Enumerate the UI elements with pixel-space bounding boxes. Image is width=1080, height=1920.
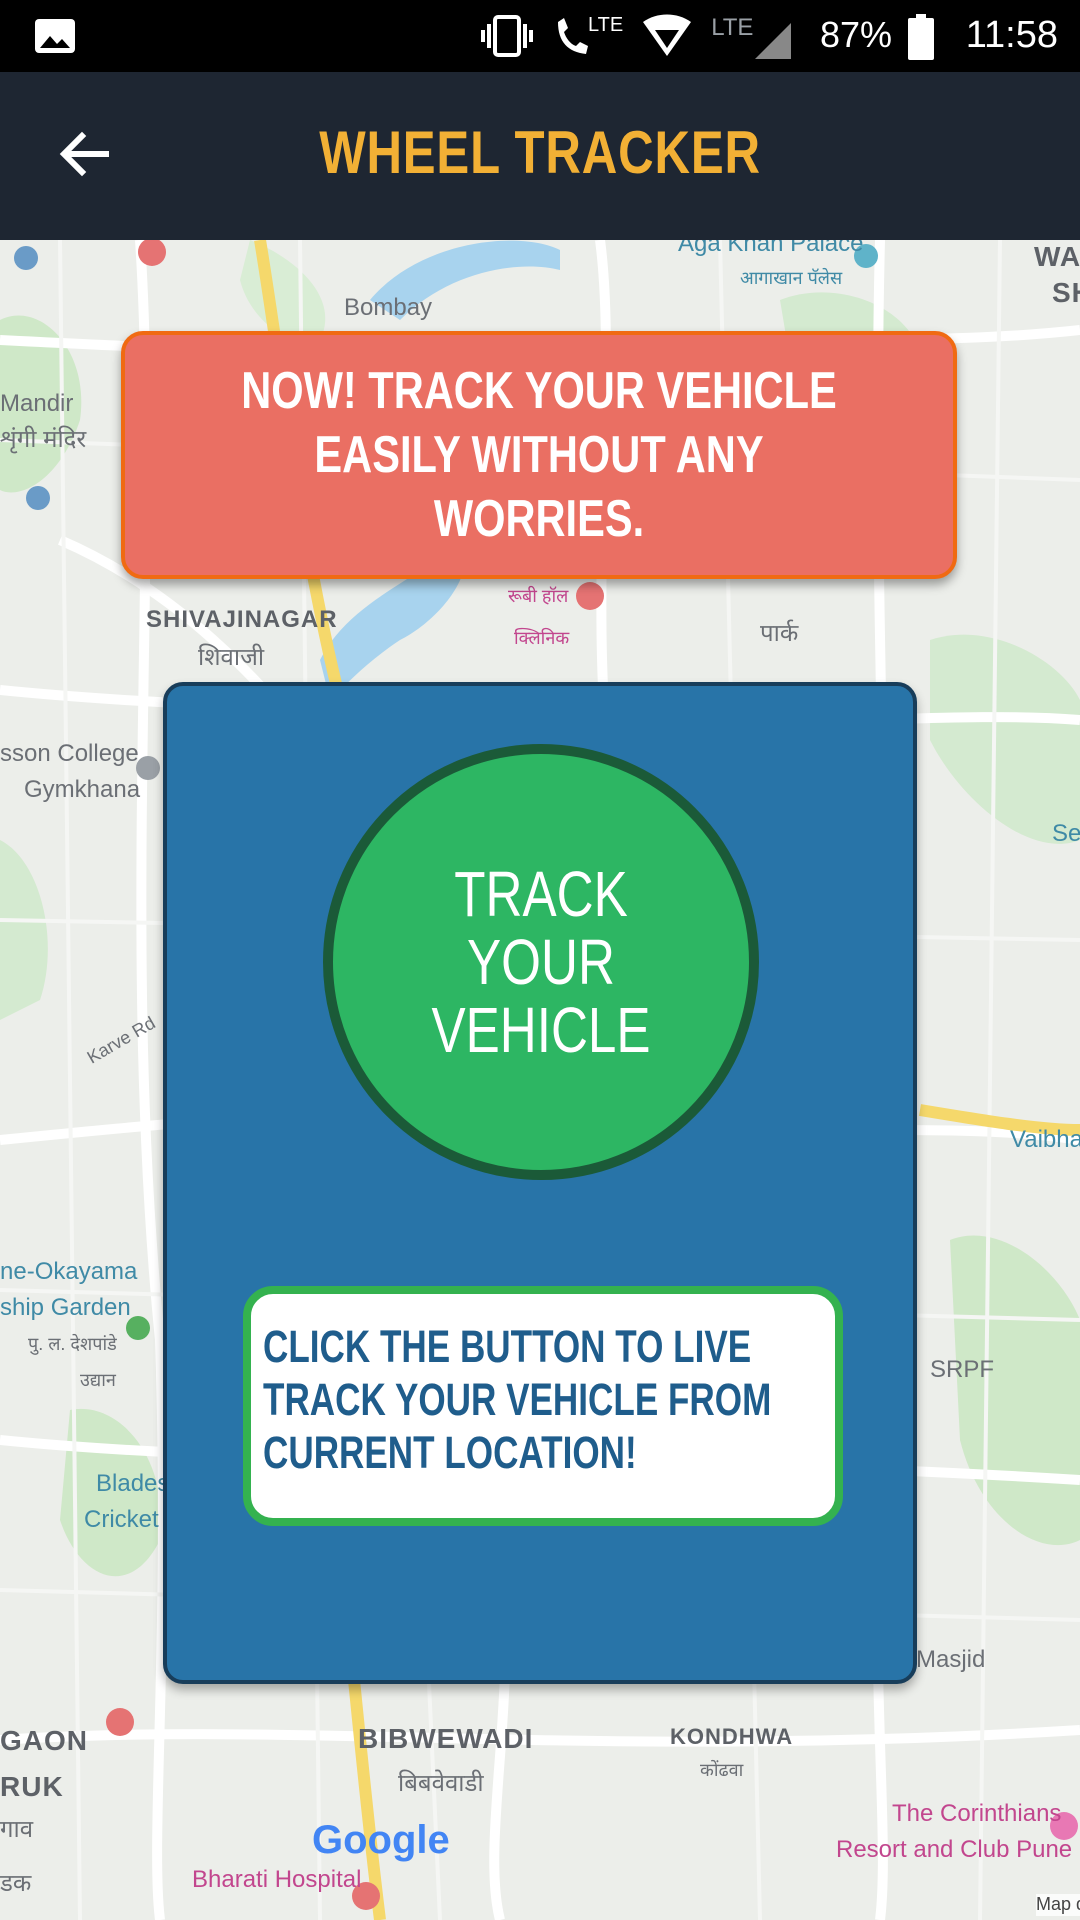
track-vehicle-button[interactable]: TRACK YOUR VEHICLE (323, 744, 759, 1180)
promo-banner: NOW! TRACK YOUR VEHICLE EASILY WITHOUT A… (121, 331, 957, 579)
map-label: RUK (0, 1771, 64, 1802)
map-label: क्लिनिक (514, 628, 570, 648)
page-title: WHEEL TRACKER (319, 119, 761, 186)
map-label: ship Garden (0, 1294, 131, 1321)
lte-signal-label: LTE (711, 14, 754, 41)
map-label: बिबवेवाडी (398, 1770, 484, 1797)
map-label: Blades (96, 1470, 170, 1497)
map-label: Bharati Hospital (192, 1866, 362, 1893)
lte-call-label: LTE (588, 13, 624, 36)
map-label: Mandir (0, 390, 74, 417)
map-label: Vaibha (1010, 1126, 1080, 1153)
track-panel: TRACK YOUR VEHICLE CLICK THE BUTTON TO L… (163, 682, 917, 1684)
signal-icon (755, 23, 792, 59)
map-label: डक (0, 1870, 32, 1897)
map-label: The Corinthians (892, 1800, 1062, 1827)
map-label: शिवाजी (198, 644, 265, 671)
status-bar: LTE LTE 87% 11:58 (0, 0, 1080, 72)
gallery-icon (35, 19, 75, 53)
battery-icon (908, 14, 934, 60)
track-vehicle-label: TRACK YOUR VEHICLE (431, 858, 651, 1066)
info-box: CLICK THE BUTTON TO LIVE TRACK YOUR VEHI… (243, 1286, 843, 1526)
app-bar: WHEEL TRACKER (0, 72, 1080, 240)
map-label: गाव (0, 1816, 34, 1843)
map-label: कोंढवा (700, 1760, 744, 1780)
map-label: Resort and Club Pune (836, 1836, 1073, 1863)
map-label: आगाखान पॅलेस (740, 268, 843, 288)
clock: 11:58 (965, 14, 1058, 56)
map-label: BIBWEWADI (358, 1723, 534, 1754)
map-label: Aga Khan Palace (678, 240, 864, 257)
map-label: GAON (0, 1725, 88, 1756)
map-label: Cricket I (84, 1506, 173, 1533)
status-icons: LTE LTE (480, 10, 793, 62)
volte-call-icon (558, 18, 588, 54)
vibrate-icon (481, 15, 533, 57)
battery-percent: 87% (820, 14, 893, 55)
map-label: WAD (1034, 241, 1080, 272)
google-logo: Google (312, 1818, 450, 1862)
map-label: Sea (1052, 820, 1080, 847)
map-label: ne-Okayama (0, 1258, 138, 1285)
map-label: SHIVAJINAGAR (146, 606, 338, 633)
map-label: Gymkhana (24, 776, 141, 803)
map-label: पार्क (760, 620, 799, 647)
map-label: पु. ल. देशपांडे (28, 1334, 117, 1354)
wifi-icon (643, 14, 692, 56)
map-label: sson College (0, 740, 139, 767)
info-text: CLICK THE BUTTON TO LIVE TRACK YOUR VEHI… (263, 1321, 772, 1478)
map-data-link[interactable]: Map d (1036, 1894, 1080, 1916)
map-label: शृंगी मंदिर (0, 426, 87, 453)
map-label: रूबी हॉल (508, 586, 569, 606)
map-label: SRPF (930, 1356, 995, 1383)
banner-text: NOW! TRACK YOUR VEHICLE EASILY WITHOUT A… (241, 362, 837, 548)
map-label: उद्यान (80, 1370, 116, 1390)
map-label: Bombay (344, 294, 433, 321)
map-label: Masjid (916, 1646, 986, 1673)
map-label: KONDHWA (670, 1724, 794, 1749)
map-label: SH (1052, 277, 1080, 308)
